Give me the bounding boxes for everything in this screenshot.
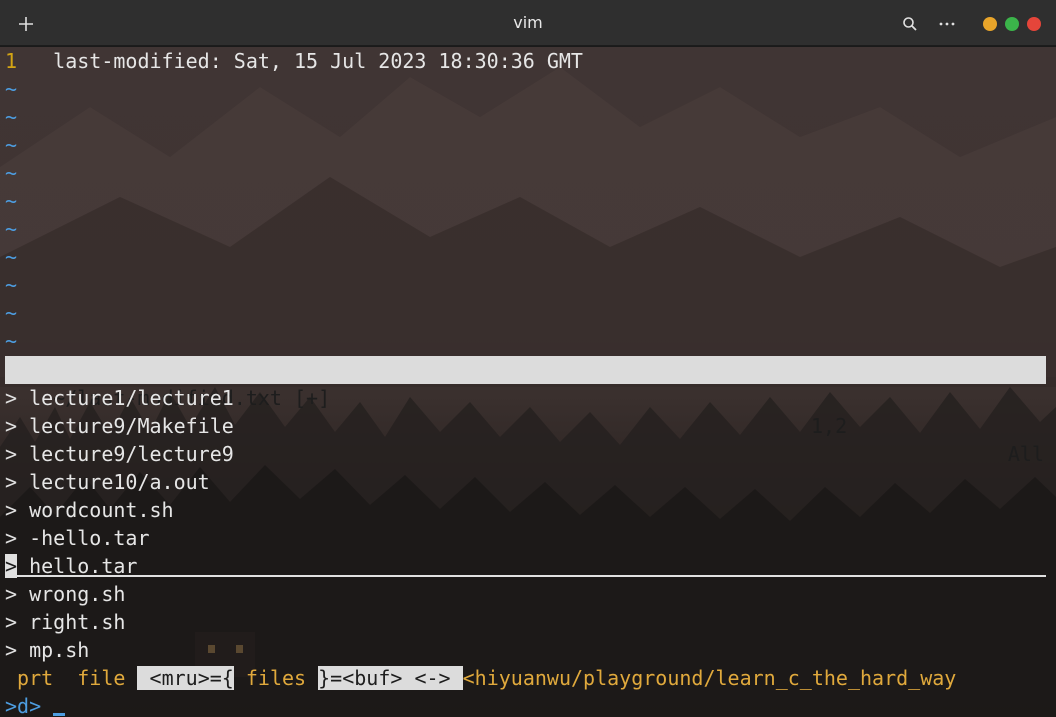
search-icon[interactable] (900, 14, 920, 34)
ctrlp-working-dir: <hiyuanwu/playground/learn_c_the_hard_wa… (462, 666, 957, 690)
ctrlp-item[interactable]: > wordcount.sh (5, 496, 174, 524)
empty-line-tilde: ~ (5, 189, 18, 213)
ctrlp-item[interactable]: > -hello.tar (5, 524, 150, 552)
empty-line-tilde: ~ (5, 301, 18, 325)
window-title: vim (513, 13, 543, 32)
match-marker: > (5, 526, 18, 550)
prompt-text: >d> (5, 694, 42, 717)
match-marker: > (5, 638, 18, 662)
ctrlp-buf: }=<buf> <-> (318, 666, 451, 690)
ctrlp-item[interactable]: > wrong.sh (5, 580, 125, 608)
match-text: right.sh (29, 610, 126, 634)
match-marker: > (5, 414, 18, 438)
match-marker: > (5, 386, 18, 410)
ctrlp-files: files (245, 666, 307, 690)
ctrlp-file-mode: file (77, 666, 126, 690)
empty-line-tilde: ~ (5, 273, 18, 297)
ctrlp-prt-mode: prt (17, 666, 54, 690)
match-text: wordcount.sh (29, 498, 174, 522)
vim-statusline: ~/last-modified.txt [+] 1,2 All (5, 356, 1046, 466)
match-text: lecture1/lecture1 (29, 386, 234, 410)
match-marker: > (5, 470, 18, 494)
match-text: lecture10/a.out (29, 470, 210, 494)
match-text: wrong.sh (29, 582, 126, 606)
terminal-area[interactable]: 1 last-modified: Sat, 15 Jul 2023 18:30:… (0, 47, 1056, 717)
close-button[interactable] (1027, 17, 1041, 31)
text-cursor (53, 713, 66, 716)
empty-line-tilde: ~ (5, 105, 18, 129)
ctrlp-statusline: prt file <mru>={ files }=<buf> <-> <hiyu… (5, 664, 956, 692)
empty-line-tilde: ~ (5, 133, 18, 157)
match-marker: > (5, 582, 18, 606)
line-number: 1 (5, 49, 18, 73)
ctrlp-item[interactable]: > lecture9/lecture9 (5, 440, 234, 468)
ctrlp-item[interactable]: > right.sh (5, 608, 125, 636)
selection-underline (5, 575, 1046, 577)
more-icon[interactable] (937, 14, 957, 34)
empty-line-tilde: ~ (5, 329, 18, 353)
empty-line-tilde: ~ (5, 77, 18, 101)
match-marker: > (5, 610, 18, 634)
statusline-percent: All (1007, 442, 1044, 466)
empty-line-tilde: ~ (5, 245, 18, 269)
empty-line-tilde: ~ (5, 217, 18, 241)
minimize-button[interactable] (983, 17, 997, 31)
match-marker: > (5, 498, 18, 522)
ctrlp-mru: <mru>={ (149, 666, 234, 690)
maximize-button[interactable] (1005, 17, 1019, 31)
match-text: -hello.tar (29, 526, 150, 550)
ctrlp-item[interactable]: > lecture1/lecture1 (5, 384, 234, 412)
window-titlebar: vim (0, 0, 1056, 46)
ctrlp-item[interactable]: > lecture10/a.out (5, 468, 210, 496)
ctrlp-item[interactable]: > mp.sh (5, 636, 89, 664)
buffer-line-1[interactable]: 1 last-modified: Sat, 15 Jul 2023 18:30:… (5, 47, 583, 75)
empty-line-tilde: ~ (5, 161, 18, 185)
match-marker: > (5, 442, 18, 466)
buffer-line-text: last-modified: Sat, 15 Jul 2023 18:30:36… (53, 49, 583, 73)
statusline-cursor-position: 1,2 (811, 414, 848, 438)
match-text: lecture9/Makefile (29, 414, 234, 438)
ctrlp-item[interactable]: > lecture9/Makefile (5, 412, 234, 440)
ctrlp-prompt[interactable]: >d> (5, 692, 66, 717)
match-text: mp.sh (29, 638, 90, 662)
match-text: lecture9/lecture9 (29, 442, 234, 466)
